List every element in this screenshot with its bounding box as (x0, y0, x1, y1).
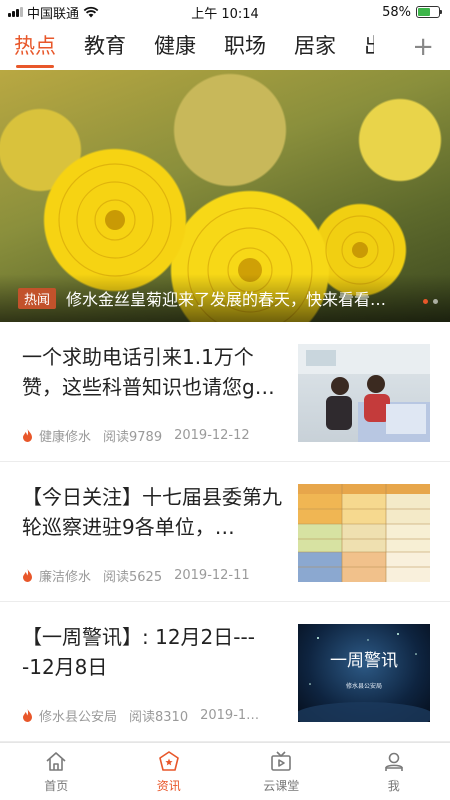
news-source: 廉洁修水 (39, 570, 92, 585)
news-reads: 阅读9789 (103, 430, 163, 445)
tab-hot[interactable]: 热点 (0, 24, 70, 70)
news-date: 2019-12-12 (174, 428, 250, 443)
home-icon (46, 751, 66, 771)
news-title[interactable]: 一个求助电话引来1.1万个赞，这些科普知识也请您g… (22, 342, 284, 402)
carousel-dots (423, 299, 438, 304)
nav-home[interactable]: 首页 (0, 743, 113, 800)
bottom-nav: 首页 资讯 云课堂 我 (0, 742, 450, 800)
hero-caption: 热闻 修水金丝皇菊迎来了发展的春天，快来看看… (0, 274, 450, 322)
news-thumbnail[interactable]: 一周警讯 修水县公安局 (298, 624, 430, 722)
hero-banner[interactable]: 热闻 修水金丝皇菊迎来了发展的春天，快来看看… (0, 70, 450, 322)
status-bar: 中国联通 上午 10:14 58% (0, 0, 450, 24)
add-tab-button[interactable]: + (394, 24, 450, 70)
news-thumbnail[interactable] (298, 484, 430, 582)
news-item[interactable]: 【一周警讯】: 12月2日----12月8日 修水县公安局 阅读8310 201… (0, 602, 450, 742)
tab-education[interactable]: 教育 (70, 24, 140, 70)
news-date: 2019-12-11 (174, 568, 250, 583)
news-list: 一个求助电话引来1.1万个赞，这些科普知识也请您g… 健康修水 阅读9789 2… (0, 322, 450, 742)
tv-icon (271, 750, 292, 771)
nav-me-label: 我 (387, 778, 400, 793)
signal-icon (8, 7, 23, 17)
news-date: 2019-1… (200, 708, 260, 723)
news-title[interactable]: 【一周警讯】: 12月2日----12月8日 (22, 622, 284, 682)
news-reads: 阅读8310 (129, 710, 189, 725)
news-meta: 廉洁修水 阅读5625 2019-12-11 (22, 566, 284, 585)
news-meta: 修水县公安局 阅读8310 2019-1… (22, 706, 284, 725)
news-source: 修水县公安局 (39, 710, 118, 725)
news-source: 健康修水 (39, 430, 92, 445)
news-thumbnail[interactable] (298, 344, 430, 442)
news-title[interactable]: 【今日关注】十七届县委第九轮巡察进驻9各单位，… (22, 482, 284, 542)
news-meta: 健康修水 阅读9789 2019-12-12 (22, 426, 284, 445)
tab-more-partial[interactable]: 出 (350, 24, 374, 70)
battery-percent: 58% (382, 4, 411, 20)
news-badge-icon (158, 750, 179, 771)
user-icon (384, 752, 403, 771)
thumb-subtitle-text: 修水县公安局 (346, 682, 382, 690)
fire-icon (23, 569, 32, 582)
status-left: 中国联通 (8, 3, 99, 22)
hero-tag: 热闻 (18, 287, 57, 309)
status-right: 58% (382, 4, 442, 20)
table-image (298, 484, 430, 582)
tab-health[interactable]: 健康 (140, 24, 210, 70)
fire-icon (23, 429, 32, 442)
tab-home-living[interactable]: 居家 (280, 24, 350, 70)
carrier-label: 中国联通 (27, 6, 80, 22)
carousel-dot (423, 299, 428, 304)
news-reads: 阅读5625 (103, 570, 163, 585)
thumb-title-text: 一周警讯 (330, 651, 398, 671)
hospital-photo-image (298, 344, 430, 442)
category-tabs: 热点 教育 健康 职场 居家 出 (0, 24, 450, 70)
nav-news-label: 资讯 (156, 778, 181, 793)
nav-cloud-class[interactable]: 云课堂 (225, 743, 338, 800)
nav-news[interactable]: 资讯 (113, 743, 226, 800)
police-weekly-image: 一周警讯 修水县公安局 (298, 633, 430, 722)
fire-icon (23, 709, 32, 722)
news-item[interactable]: 【今日关注】十七届县委第九轮巡察进驻9各单位，… 廉洁修水 阅读5625 201… (0, 462, 450, 602)
nav-me[interactable]: 我 (338, 743, 450, 800)
carousel-dot (433, 299, 438, 304)
nav-home-label: 首页 (44, 778, 69, 793)
nav-cloud-class-label: 云课堂 (263, 778, 300, 793)
news-item[interactable]: 一个求助电话引来1.1万个赞，这些科普知识也请您g… 健康修水 阅读9789 2… (0, 322, 450, 462)
battery-icon (416, 6, 442, 18)
hero-title[interactable]: 修水金丝皇菊迎来了发展的春天，快来看看… (66, 286, 386, 310)
tab-career[interactable]: 职场 (210, 24, 280, 70)
wifi-icon (83, 6, 99, 18)
